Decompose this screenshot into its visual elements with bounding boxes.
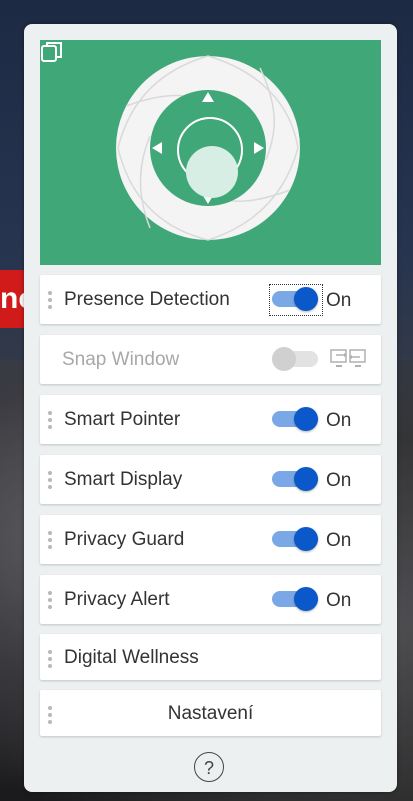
smart-display-row: Smart Display On xyxy=(40,455,381,504)
snap-window-toggle[interactable] xyxy=(272,347,318,371)
smart-display-toggle[interactable] xyxy=(272,467,318,491)
privacy-alert-toggle[interactable] xyxy=(272,587,318,611)
privacy-guard-toggle[interactable] xyxy=(272,527,318,551)
smart-display-label: Smart Display xyxy=(64,469,183,490)
presence-detection-label: Presence Detection xyxy=(64,289,230,310)
drag-handle-icon[interactable] xyxy=(48,650,52,668)
presence-detection-row: Presence Detection On xyxy=(40,275,381,324)
settings-label: Nastavení xyxy=(167,703,254,724)
background-brand-fragment: no xyxy=(0,270,26,328)
privacy-guard-row: Privacy Guard On xyxy=(40,515,381,564)
snap-window-label: Snap Window xyxy=(62,349,180,370)
drag-handle-icon[interactable] xyxy=(48,471,52,489)
digital-wellness-button[interactable]: Digital Wellness xyxy=(40,634,381,680)
privacy-alert-state: On xyxy=(326,590,352,611)
shutter-icon xyxy=(116,55,300,241)
snap-window-row: Snap Window xyxy=(40,335,381,384)
smart-pointer-row: Smart Pointer On xyxy=(40,395,381,444)
smart-pointer-toggle[interactable] xyxy=(272,407,318,431)
help-icon: ? xyxy=(203,758,214,778)
smart-pointer-state: On xyxy=(326,410,352,431)
privacy-alert-row: Privacy Alert On xyxy=(40,575,381,624)
presence-detection-state: On xyxy=(326,290,352,311)
privacy-alert-label: Privacy Alert xyxy=(64,589,170,610)
dual-monitor-icon xyxy=(330,349,366,367)
privacy-guard-state: On xyxy=(326,530,352,551)
settings-panel: Presence Detection On Snap Window Smart … xyxy=(24,24,397,792)
drag-handle-icon[interactable] xyxy=(48,291,52,309)
presence-hero-graphic xyxy=(40,40,381,265)
help-button[interactable]: ? xyxy=(194,752,224,782)
drag-handle-icon[interactable] xyxy=(48,411,52,429)
copy-icon[interactable] xyxy=(40,40,64,64)
privacy-guard-label: Privacy Guard xyxy=(64,529,185,550)
presence-detection-toggle[interactable] xyxy=(272,287,318,311)
settings-button[interactable]: Nastavení xyxy=(40,690,381,736)
drag-handle-icon[interactable] xyxy=(48,531,52,549)
smart-pointer-label: Smart Pointer xyxy=(64,409,181,430)
digital-wellness-label: Digital Wellness xyxy=(64,647,199,668)
drag-handle-icon[interactable] xyxy=(48,591,52,609)
smart-display-state: On xyxy=(326,470,352,491)
